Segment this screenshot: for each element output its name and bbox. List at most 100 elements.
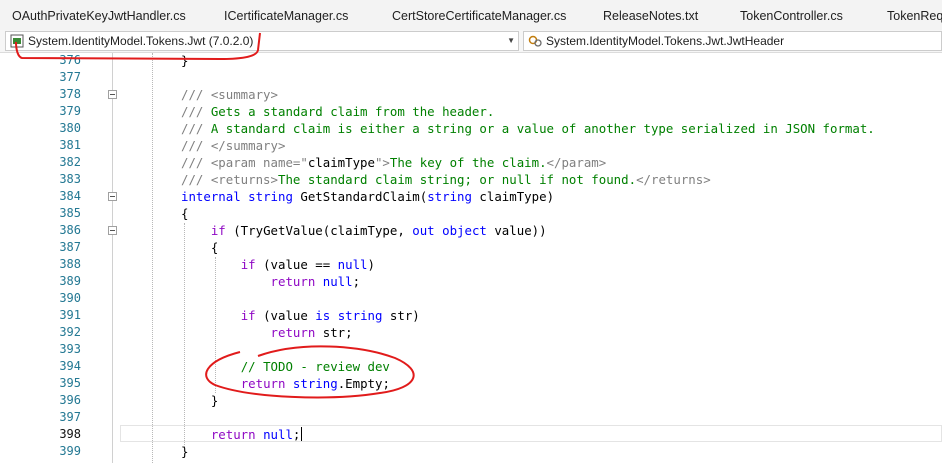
code-token: /// [181,138,211,153]
code-line[interactable]: 395 return string.Empty; [0,375,942,392]
code-line[interactable]: 394 // TODO - review dev [0,358,942,375]
code-text: // TODO - review dev [181,358,390,375]
line-number: 382 [59,155,81,169]
code-line[interactable]: 388 if (value == null) [0,256,942,273]
code-line[interactable]: 399} [0,443,942,460]
code-line[interactable]: 397 [0,409,942,426]
code-token: /// [181,87,211,102]
line-number: 383 [59,172,81,186]
code-token: ; [352,274,361,289]
code-token: "> [374,155,390,170]
line-number: 386 [59,223,81,237]
code-token: ; [292,427,301,442]
code-line[interactable]: 391 if (value is string str) [0,307,942,324]
line-number: 392 [59,325,81,339]
code-text: return null; [181,426,303,443]
code-text: } [181,443,188,460]
code-token: } [181,393,219,408]
line-number: 390 [59,291,81,305]
code-editor[interactable]: 376} 377 378 /// <summary> 379/// Gets a sta… [0,53,942,463]
code-text: /// A standard claim is either a string … [181,120,875,137]
code-text: /// Gets a standard claim from the heade… [181,103,494,120]
line-number: 393 [59,342,81,356]
code-line[interactable]: 376} [0,53,942,69]
code-line[interactable]: 380 /// A standard claim is either a stri… [0,120,942,137]
code-token: // TODO - review dev [240,359,390,374]
code-line[interactable]: 378 /// <summary> [0,86,942,103]
tab-release-notes[interactable]: ReleaseNotes.txt [603,0,698,30]
code-line[interactable]: 387 { [0,239,942,256]
code-token: </param> [546,155,607,170]
line-number: 389 [59,274,81,288]
line-number: 377 [59,70,81,84]
class-member-icon [528,35,542,47]
line-number: 398 [59,427,81,441]
code-token: return [210,427,256,442]
tab-cert-store-certificate-manager[interactable]: CertStoreCertificateManager.cs [392,0,566,30]
code-token: The key of the claim. [389,155,547,170]
code-text: /// <summary> [181,86,278,103]
code-token: string [292,376,338,391]
tab-oauth-private-key-jwt-handler[interactable]: OAuthPrivateKeyJwtHandler.cs [12,0,186,30]
tab-token-request[interactable]: TokenRequ [887,0,942,30]
code-line[interactable]: 379 /// Gets a standard claim from the he… [0,103,942,120]
code-token: (value == [255,257,338,272]
code-line[interactable]: 384 internal string GetStandardClaim(stri… [0,188,942,205]
code-token: { [181,206,189,221]
code-line[interactable]: 392 return str; [0,324,942,341]
code-line[interactable]: 382 /// <param name="claimType">The key o… [0,154,942,171]
tab-token-controller[interactable]: TokenController.cs [740,0,843,30]
code-text: return str; [181,324,353,341]
line-number: 380 [59,121,81,135]
code-text: return string.Empty; [181,375,390,392]
tab-icertificate-manager[interactable]: ICertificateManager.cs [224,0,348,30]
code-token: claimType [307,155,375,170]
line-number: 394 [59,359,81,373]
code-text: { [181,205,188,222]
line-number: 378 [59,87,81,101]
code-text: /// <param name="claimType">The key of t… [181,154,606,171]
code-token: </returns> [636,172,711,187]
navigation-bar: System.IdentityModel.Tokens.Jwt (7.0.2.0… [0,30,942,53]
code-token: out [412,223,435,238]
code-token: str) [382,308,420,323]
code-line[interactable]: 377 [0,69,942,86]
code-token: /// [181,104,211,119]
code-line[interactable]: 386 if (TryGetValue(claimType, out objec… [0,222,942,239]
code-token: value)) [486,223,547,238]
code-token: is [315,308,331,323]
code-token: object [442,223,487,238]
code-token: string [248,189,293,204]
code-line[interactable]: 381 /// </summary> [0,137,942,154]
type-dropdown[interactable]: System.IdentityModel.Tokens.Jwt.JwtHeade… [523,31,942,51]
line-number: 385 [59,206,81,220]
code-line[interactable]: 385 { [0,205,942,222]
code-token: claimType) [471,189,555,204]
code-token: if [210,223,226,238]
code-token: The standard claim string; or null if no… [277,172,637,187]
code-text: if (TryGetValue(claimType, out object va… [181,222,547,239]
chevron-down-icon: ▼ [507,36,515,45]
code-line[interactable]: 393 [0,341,942,358]
code-line[interactable]: 390 [0,290,942,307]
code-token: string [427,189,472,204]
code-line[interactable]: 396 } [0,392,942,409]
code-line[interactable]: 398 return null; [0,426,942,443]
code-text: return null; [181,273,361,290]
code-token: return [270,274,316,289]
code-line[interactable]: 383 /// <returns>The standard claim strin… [0,171,942,188]
code-token: (value [255,308,316,323]
line-number: 388 [59,257,81,271]
document-tab-strip: OAuthPrivateKeyJwtHandler.cs ICertificat… [0,0,942,31]
code-text: /// </summary> [181,137,285,154]
project-dropdown[interactable]: System.IdentityModel.Tokens.Jwt (7.0.2.0… [5,31,519,51]
code-line[interactable]: 389 return null; [0,273,942,290]
code-token: A standard claim is either a string or a… [210,121,875,136]
